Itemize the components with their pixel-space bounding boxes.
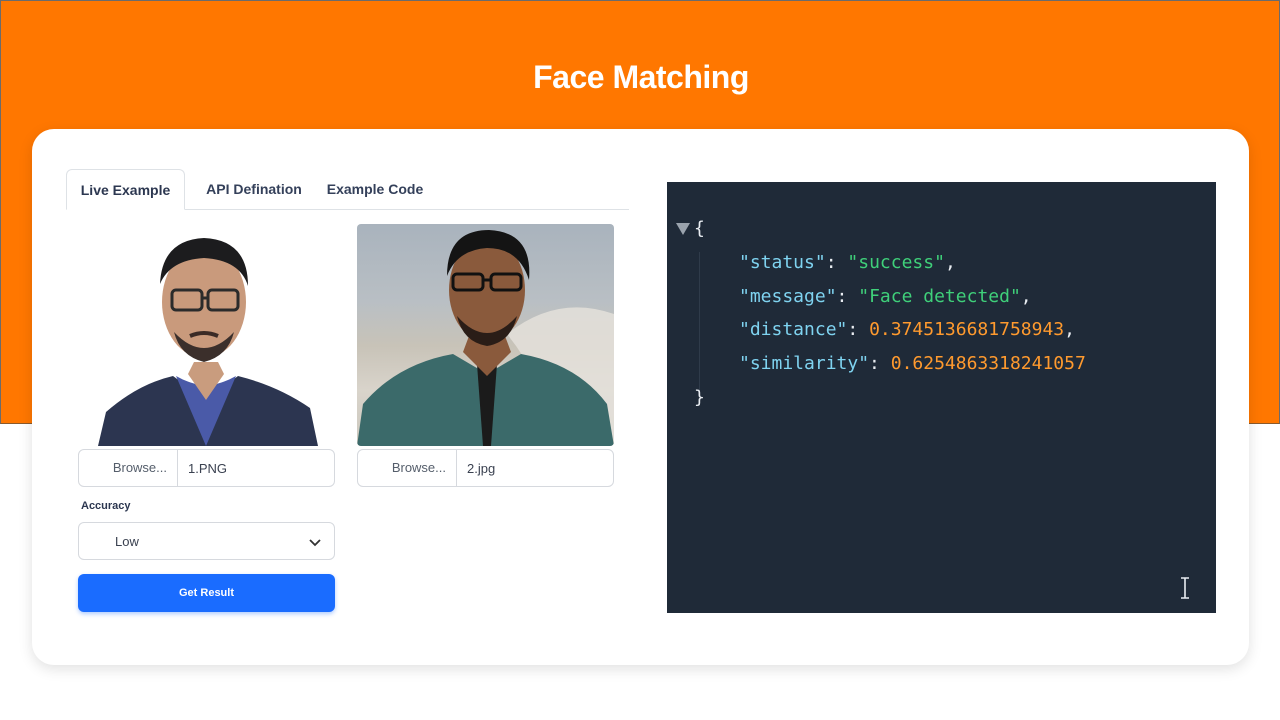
tab-api-definition[interactable]: API Defination [189,169,319,210]
get-result-button[interactable]: Get Result [78,574,335,612]
json-open-brace: { [694,218,705,239]
chevron-down-icon [309,539,321,547]
accuracy-select[interactable]: Low [78,522,335,560]
indent-guide [699,252,700,398]
file-input-2[interactable]: Browse... 2.jpg [357,449,614,487]
browse-button-1[interactable]: Browse... [79,450,178,486]
json-key-message: "message" [739,286,837,307]
json-key-distance: "distance" [739,319,848,340]
file-name-2: 2.jpg [467,460,496,476]
page-title: Face Matching [533,59,749,95]
tab-live-example[interactable]: Live Example [66,169,185,210]
browse-button-2[interactable]: Browse... [358,450,457,486]
json-line-status: "status": "success", [739,252,956,273]
json-value-distance: 0.3745136681758943 [869,319,1065,340]
tab-example-code[interactable]: Example Code [321,169,429,210]
collapse-toggle-icon[interactable] [676,223,690,235]
json-key-similarity: "similarity" [739,353,870,374]
json-value-similarity: 0.6254863318241057 [890,353,1086,374]
tab-bar: Live Example API Defination Example Code [66,169,629,210]
json-result-panel: { "status": "success", "message": "Face … [667,182,1216,613]
json-value-message: "Face detected" [858,286,1021,307]
json-line-message: "message": "Face detected", [739,286,1032,307]
json-key-status: "status" [739,252,826,273]
file-input-1[interactable]: Browse... 1.PNG [78,449,335,487]
accuracy-label: Accuracy [81,500,131,512]
text-cursor-icon [1181,577,1189,599]
face-image-1 [78,224,335,446]
json-value-status: "success" [847,252,945,273]
face-image-2 [357,224,614,446]
main-card: Live Example API Defination Example Code [32,129,1249,665]
json-close-brace: } [694,387,705,408]
accuracy-selected-value: Low [115,534,139,549]
json-line-similarity: "similarity": 0.6254863318241057 [739,353,1086,374]
json-line-distance: "distance": 0.3745136681758943, [739,319,1075,340]
file-name-1: 1.PNG [188,460,228,476]
